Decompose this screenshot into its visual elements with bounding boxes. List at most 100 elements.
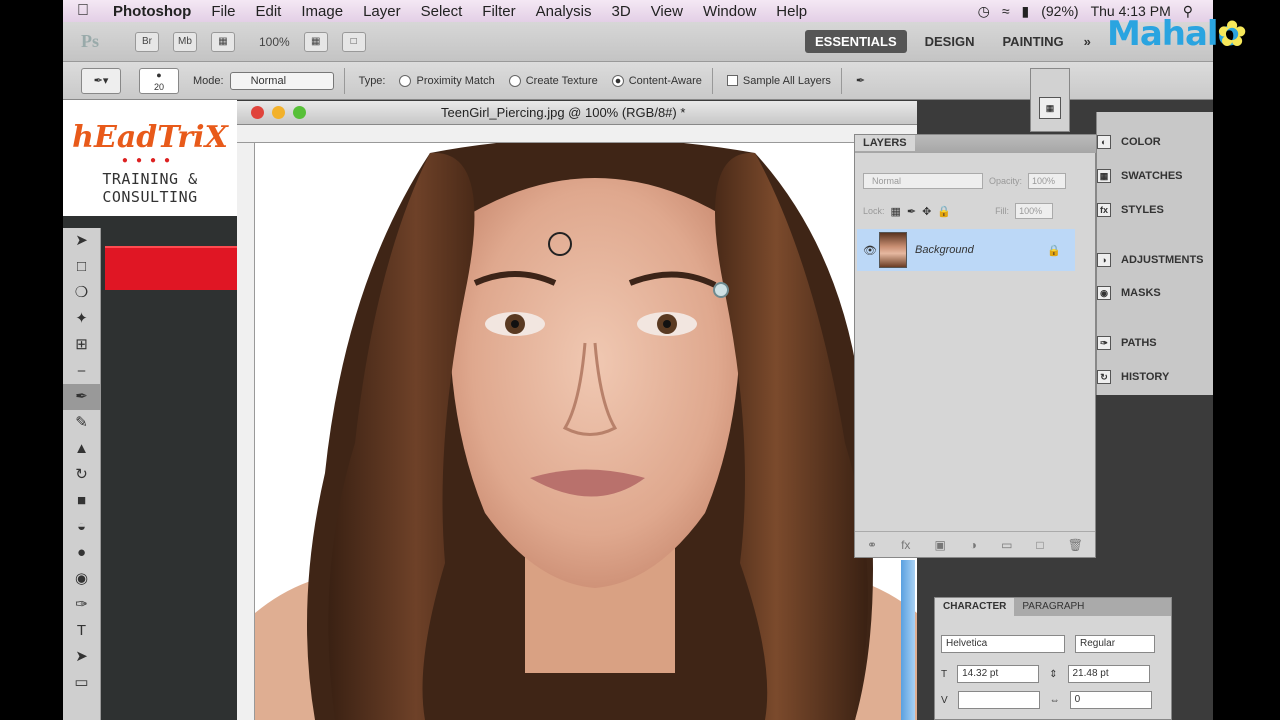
dock-item-color[interactable]: ◐ COLOR [1097, 132, 1161, 152]
radio-dot-selected[interactable] [611, 74, 624, 87]
path-select-tool-icon[interactable]: ➤ [63, 644, 100, 670]
link-layers-icon[interactable]: ⚭ [867, 538, 877, 552]
mini-bridge-icon[interactable]: ▦ [1039, 97, 1061, 119]
pen-tool-icon[interactable]: ✑ [63, 592, 100, 618]
dock-item-swatches[interactable]: ▦ SWATCHES [1097, 166, 1183, 186]
menu-file[interactable]: File [201, 3, 245, 20]
blend-mode-select[interactable]: Normal [863, 173, 983, 189]
lock-transparent-icon[interactable]: ▦ [891, 205, 901, 218]
radio-proximity-match[interactable]: Proximity Match [399, 74, 495, 87]
mode-select[interactable]: Normal [229, 71, 334, 90]
menu-analysis[interactable]: Analysis [526, 3, 602, 20]
menu-window[interactable]: Window [693, 3, 766, 20]
zoom-level[interactable]: 100% [259, 35, 290, 49]
add-mask-icon[interactable]: ▣ [934, 538, 945, 552]
font-style-select[interactable]: Regular [1075, 635, 1155, 653]
spot-healing-tool-icon[interactable]: ✒ [63, 384, 100, 410]
view-extras-button[interactable]: ▦ [211, 31, 235, 52]
radio-content-aware[interactable]: Content-Aware [611, 74, 702, 87]
lock-all-icon[interactable]: 🔒 [937, 205, 951, 218]
opacity-input[interactable]: 100% [1028, 173, 1067, 189]
brush-picker[interactable]: ● 20 [139, 67, 179, 94]
shape-tool-icon[interactable]: ▭ [63, 670, 100, 696]
font-family-select[interactable]: Helvetica [941, 635, 1065, 653]
eyedropper-tool-icon[interactable]: ⎯ [63, 358, 100, 384]
adjustment-layer-icon[interactable]: ◑ [970, 538, 977, 552]
lasso-tool-icon[interactable]: ❍ [63, 280, 100, 306]
tab-layers[interactable]: LAYERS [855, 135, 915, 151]
document-titlebar[interactable]: TeenGirl_Piercing.jpg @ 100% (RGB/8#) * [237, 101, 917, 125]
menu-3d[interactable]: 3D [602, 3, 641, 20]
layer-thumbnail[interactable] [879, 232, 907, 268]
pressure-icon[interactable]: ✒ [856, 74, 865, 87]
kerning-input[interactable] [957, 691, 1040, 709]
new-group-icon[interactable]: ▭ [1001, 538, 1012, 552]
blend-row: Normal Opacity: 100% [863, 171, 1067, 191]
menu-help[interactable]: Help [766, 3, 817, 20]
move-tool-icon[interactable]: ➤ [63, 228, 100, 254]
menu-select[interactable]: Select [411, 3, 473, 20]
minibridge-button[interactable]: Mb [173, 31, 197, 52]
dodge-tool-icon[interactable]: ◉ [63, 566, 100, 592]
checkbox-box[interactable] [726, 75, 738, 86]
leading-input[interactable]: 21.48 pt [1067, 665, 1150, 683]
brush-tool-icon[interactable]: ✎ [63, 410, 100, 436]
radio-content-label: Content-Aware [628, 74, 702, 87]
layer-row-background[interactable]: 👁 Background 🔒 [857, 229, 1075, 271]
screen-mode-button[interactable]: □ [341, 31, 366, 52]
dock-item-styles[interactable]: fx STYLES [1097, 200, 1164, 220]
menu-view[interactable]: View [641, 3, 693, 20]
menu-edit[interactable]: Edit [246, 3, 292, 20]
quick-select-tool-icon[interactable]: ✦ [63, 306, 100, 332]
menu-layer[interactable]: Layer [353, 3, 411, 20]
history-brush-tool-icon[interactable]: ↻ [63, 462, 100, 488]
time-machine-icon[interactable]: ◷ [978, 3, 990, 20]
marquee-tool-icon[interactable]: □ [63, 254, 100, 280]
workspace-essentials[interactable]: ESSENTIALS [805, 29, 907, 53]
tracking-input[interactable]: 0 [1069, 691, 1152, 709]
radio-create-texture[interactable]: Create Texture [508, 74, 598, 87]
workspace-painting[interactable]: PAINTING [992, 30, 1073, 53]
lock-position-icon[interactable]: ✥ [922, 205, 931, 218]
radio-dot[interactable] [399, 74, 412, 87]
clone-stamp-tool-icon[interactable]: ▲ [63, 436, 100, 462]
image-canvas[interactable] [255, 143, 917, 720]
workspace-design[interactable]: DESIGN [915, 30, 985, 53]
trash-icon[interactable]: 🗑 [1068, 538, 1083, 552]
fill-input[interactable]: 100% [1015, 203, 1054, 219]
minimize-icon[interactable] [272, 106, 285, 119]
layer-name[interactable]: Background [915, 244, 974, 256]
menu-filter[interactable]: Filter [472, 3, 525, 20]
battery-icon[interactable]: ▮ [1022, 3, 1030, 20]
bridge-button[interactable]: Br [135, 31, 159, 52]
zoom-icon[interactable] [293, 106, 306, 119]
visibility-eye-icon[interactable]: 👁 [863, 244, 877, 257]
lock-pixels-icon[interactable]: ✒ [907, 205, 916, 218]
spot-healing-brush-icon[interactable]: ✒▾ [81, 67, 121, 94]
eraser-tool-icon[interactable]: ■ [63, 488, 100, 514]
new-layer-icon[interactable]: □ [1036, 538, 1043, 552]
vertical-ruler[interactable] [237, 143, 255, 720]
dock-item-history[interactable]: ↻ HISTORY [1097, 367, 1169, 387]
dock-item-paths[interactable]: ✑ PATHS [1097, 333, 1157, 353]
fx-icon[interactable]: fx [901, 538, 910, 552]
tab-paragraph[interactable]: PARAGRAPH [1014, 598, 1092, 616]
workspace-more-icon[interactable]: » [1074, 30, 1101, 53]
crop-tool-icon[interactable]: ⊞ [63, 332, 100, 358]
blur-tool-icon[interactable]: ● [63, 540, 100, 566]
type-tool-icon[interactable]: T [63, 618, 100, 644]
menu-app-photoshop[interactable]: Photoshop [103, 3, 201, 20]
arrange-documents-button[interactable]: ▦ [303, 31, 328, 52]
tab-character[interactable]: CHARACTER [935, 598, 1015, 616]
paint-bucket-tool-icon[interactable]: ◒ [63, 514, 100, 540]
radio-dot[interactable] [508, 74, 521, 87]
wifi-icon[interactable]: ≈ [1002, 3, 1010, 19]
horizontal-ruler[interactable] [237, 125, 917, 143]
font-size-input[interactable]: 14.32 pt [957, 665, 1040, 683]
sample-all-layers-checkbox[interactable]: Sample All Layers [726, 75, 831, 87]
menu-image[interactable]: Image [291, 3, 353, 20]
apple-icon[interactable]:  [63, 2, 103, 20]
dock-item-adjustments[interactable]: ◑ ADJUSTMENTS [1097, 250, 1204, 270]
dock-item-masks[interactable]: ◉ MASKS [1097, 283, 1161, 303]
close-icon[interactable] [251, 106, 264, 119]
